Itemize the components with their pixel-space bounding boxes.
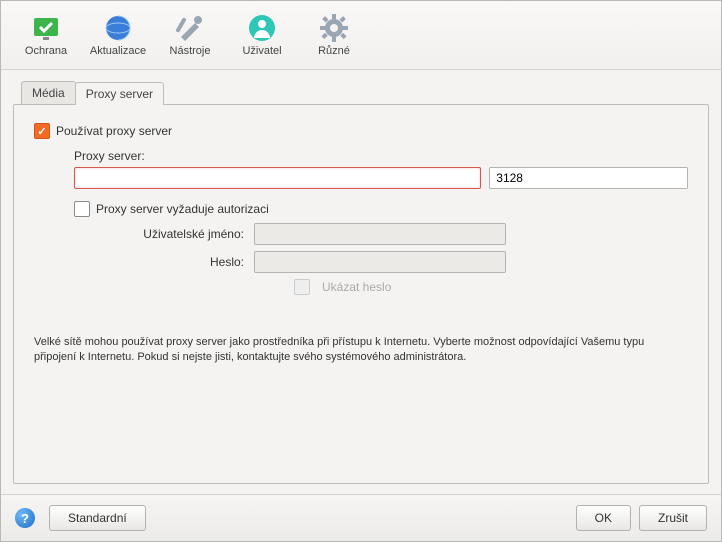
password-input[interactable] bbox=[254, 251, 506, 273]
username-input[interactable] bbox=[254, 223, 506, 245]
default-button[interactable]: Standardní bbox=[49, 505, 146, 531]
cancel-button[interactable]: Zrušit bbox=[639, 505, 707, 531]
proxy-server-label: Proxy server: bbox=[74, 149, 688, 163]
password-label: Heslo: bbox=[74, 255, 244, 269]
tab-bar: Média Proxy server bbox=[21, 80, 709, 104]
content-area: Média Proxy server ✓ Používat proxy serv… bbox=[1, 70, 721, 494]
show-password-row: Ukázat heslo bbox=[294, 279, 688, 295]
auth-label: Proxy server vyžaduje autorizaci bbox=[96, 202, 269, 216]
use-proxy-checkbox[interactable]: ✓ bbox=[34, 123, 50, 139]
proxy-host-input[interactable] bbox=[74, 167, 481, 189]
tab-proxy[interactable]: Proxy server bbox=[75, 82, 164, 105]
tool-label: Nástroje bbox=[170, 45, 211, 57]
user-icon bbox=[247, 13, 277, 43]
tool-tools[interactable]: Nástroje bbox=[157, 11, 223, 59]
settings-window: Ochrana Aktualizace Nástroje Uživatel Rů… bbox=[0, 0, 722, 542]
tool-updates[interactable]: Aktualizace bbox=[85, 11, 151, 59]
auth-checkbox[interactable] bbox=[74, 201, 90, 217]
ok-button[interactable]: OK bbox=[576, 505, 631, 531]
show-password-label: Ukázat heslo bbox=[322, 280, 391, 294]
proxy-port-input[interactable] bbox=[489, 167, 688, 189]
show-password-checkbox bbox=[294, 279, 310, 295]
tool-label: Uživatel bbox=[242, 45, 281, 57]
tools-icon bbox=[175, 13, 205, 43]
use-proxy-label: Používat proxy server bbox=[56, 124, 172, 138]
shield-icon bbox=[31, 13, 61, 43]
help-icon[interactable]: ? bbox=[15, 508, 35, 528]
auth-form: Uživatelské jméno: Heslo: Ukázat heslo bbox=[74, 223, 688, 295]
proxy-panel: ✓ Používat proxy server Proxy server: Pr… bbox=[13, 104, 709, 484]
auth-row: Proxy server vyžaduje autorizaci bbox=[74, 201, 688, 217]
tool-label: Ochrana bbox=[25, 45, 67, 57]
use-proxy-row: ✓ Používat proxy server bbox=[34, 123, 688, 139]
proxy-inputs bbox=[74, 167, 688, 189]
username-label: Uživatelské jméno: bbox=[74, 227, 244, 241]
gear-icon bbox=[319, 13, 349, 43]
tool-user[interactable]: Uživatel bbox=[229, 11, 295, 59]
description-text: Velké sítě mohou používat proxy server j… bbox=[34, 335, 688, 366]
globe-icon bbox=[103, 13, 133, 43]
tool-label: Aktualizace bbox=[90, 45, 146, 57]
tool-misc[interactable]: Různé bbox=[301, 11, 367, 59]
tool-label: Různé bbox=[318, 45, 350, 57]
tab-media[interactable]: Média bbox=[21, 81, 76, 104]
main-toolbar: Ochrana Aktualizace Nástroje Uživatel Rů… bbox=[1, 1, 721, 70]
tool-protection[interactable]: Ochrana bbox=[13, 11, 79, 59]
footer-bar: ? Standardní OK Zrušit bbox=[1, 494, 721, 541]
